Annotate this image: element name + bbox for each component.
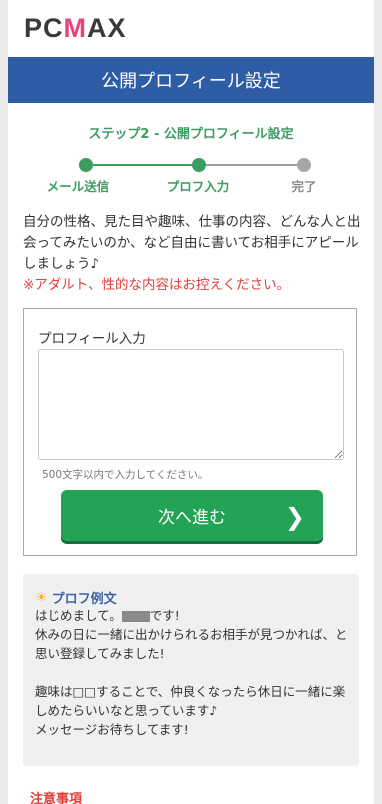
notice-heading: 注意事項: [30, 792, 83, 804]
next-button-label: 次へ進む: [158, 508, 226, 528]
profile-textarea[interactable]: [38, 349, 344, 460]
logo-text-ax: AX: [87, 13, 127, 43]
step-dot-2: [192, 158, 206, 172]
page-title-bar: 公開プロフィール設定: [8, 57, 374, 103]
step-label-2: プロフ入力: [166, 179, 230, 194]
step-dot-1: [79, 158, 93, 172]
step-progress: [8, 158, 374, 172]
logo-bar: PCMAX: [8, 0, 374, 57]
step-labels: メール送信 プロフ入力 完了: [8, 176, 374, 196]
example-text: はじめまして。 です! 休みの日に一緒に出かけられるお相手が見つかれば、と思い登録…: [35, 606, 353, 739]
progress-line-complete: [79, 164, 199, 166]
example-body: 休みの日に一緒に出かけられるお相手が見つかれば、と思い登録してみました! 趣味は…: [35, 627, 348, 737]
step-label-3: 完了: [291, 179, 317, 194]
step-title: ステップ2 - 公開プロフィール設定: [88, 127, 294, 142]
profile-form: プロフィール入力 500文字以内で入力してください。 次へ進む ❯: [23, 308, 357, 556]
pcmax-logo[interactable]: PCMAX: [24, 13, 127, 44]
example-greeting-end: です!: [149, 608, 180, 623]
profile-example-box: ☀ プロフ例文 はじめまして。 です! 休みの日に一緒に出かけられるお相手が見つか…: [23, 574, 359, 766]
character-limit-hint: 500文字以内で入力してください。: [42, 469, 209, 481]
logo-text-pc: PC: [24, 13, 64, 43]
example-title: ☀ プロフ例文: [35, 588, 117, 608]
next-button[interactable]: 次へ進む ❯: [61, 490, 323, 541]
step-label-1: メール送信: [46, 179, 110, 194]
intro-text: 自分の性格、見た目や趣味、仕事の内容、どんな人と出会ってみたいのか、など自由に書…: [23, 214, 361, 272]
intro-text-block: 自分の性格、見た目や趣味、仕事の内容、どんな人と出会ってみたいのか、など自由に書…: [23, 212, 363, 296]
sun-icon: ☀: [35, 589, 48, 606]
example-title-text: プロフ例文: [51, 592, 117, 607]
redacted-name: [121, 611, 150, 622]
progress-line-pending: [199, 164, 310, 166]
chevron-right-icon: ❯: [284, 503, 305, 531]
step-dot-3: [297, 158, 311, 172]
logo-text-m: M: [63, 13, 88, 43]
profile-input-label: プロフィール入力: [38, 331, 146, 347]
example-greeting-start: はじめまして。: [35, 608, 122, 623]
adult-content-warning: ※アダルト、性的な内容はお控えください。: [23, 277, 291, 293]
page-title: 公開プロフィール設定: [101, 71, 281, 92]
page: PCMAX 公開プロフィール設定 ステップ2 - 公開プロフィール設定 メール送…: [8, 0, 374, 804]
